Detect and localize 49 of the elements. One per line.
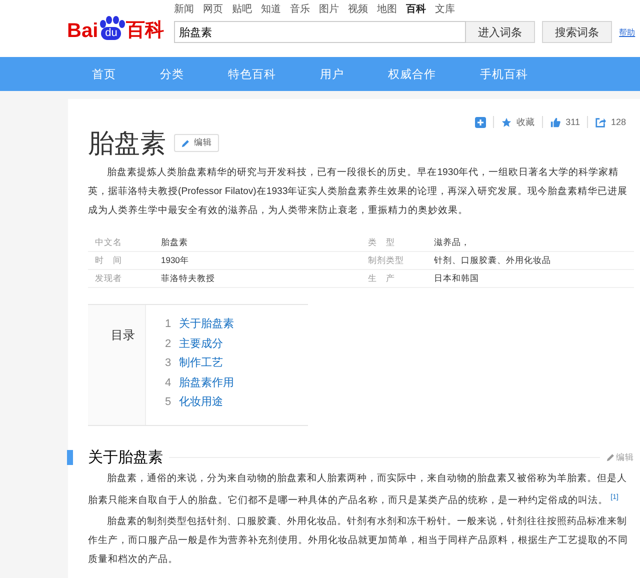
toc-link[interactable]: 2 主要成分 [165,334,234,354]
top-nav-link[interactable]: 地图 [377,3,398,19]
info-value: 日本和韩国 [434,272,480,285]
star-icon[interactable] [500,116,512,128]
toc-link[interactable]: 4 胎盘素作用 [165,374,234,393]
body-paragraph: 胎盘素，通俗的来说，分为来自动物的胎盘素和人胎素两种，而实际中，来自动物的胎盘素又被俗称为羊胎素。但是人胎素只能来自取自于人的胎盘。它们都不是哪一种具体的产品名称，而只是某类产品的统称，是一种约定俗成的叫法。 $^{[1]}$ [88,472,628,508]
thumbs-up-icon[interactable] [550,116,561,128]
info-label: 中文名 [95,236,123,249]
top-nav-link[interactable]: 视频 [348,3,368,19]
top-nav-link[interactable]: 网页 [203,3,224,19]
info-label: 类 型 [368,236,396,249]
share-icon[interactable] [594,116,606,128]
search-button[interactable]: 进入词条 [466,21,536,43]
section-heading: 关于胎盘素 [88,448,163,467]
top-nav-link[interactable]: 知道 [261,3,282,19]
info-value: 1930年 [161,254,190,267]
collect-label[interactable]: 收藏 [516,116,535,128]
top-nav-link[interactable]: 图片 [319,3,340,19]
top-nav-link[interactable]: 音乐 [290,3,310,19]
info-label: 时 间 [95,254,123,267]
share-count: 128 [610,117,626,127]
info-label: 生 产 [368,272,396,285]
top-nav-link[interactable]: 贴吧 [232,3,252,19]
toc-link[interactable]: 1 关于胎盘素 [165,315,234,334]
top-nav-link[interactable]: 新闻 [174,3,194,19]
toc-link[interactable]: 3 制作工艺 [165,354,234,374]
edit-button[interactable]: 编辑 [174,134,219,152]
top-nav-link[interactable]: 百科 [406,3,426,19]
toc-link[interactable]: 5 化妆用途 [165,393,234,412]
article-title: 胎盘素 [88,127,166,160]
summary-paragraph: 胎盘素提炼人类胎盘素精华的研究与开发科技，已有一段很长的历史。早在1930年代，一组欧日著名大学的科学家精英，据菲洛特夫教授(Professor Filatov)在1933年证实人类胎盘素养生效果的论理，再深入研究发展。现今胎盘素精华已进展成为人类养生学中最安全有效的滋养品，为人类带来防止衰老，重振精力的奥妙效果。 [88,166,629,218]
top-nav-link[interactable]: 文库 [435,3,456,19]
info-label: 制剂类型 [368,254,405,267]
search-field[interactable]: 胎盘素 [174,21,466,43]
pencil-icon [181,138,190,148]
toc-title: 目录 [111,328,135,342]
pencil-icon [606,453,615,462]
baidu-baike-logo[interactable]: Bai du 百科 [67,14,164,42]
section-marker [67,450,73,465]
info-value: 菲洛特夫教授 [161,272,216,285]
info-label: 发现者 [95,272,123,285]
add-icon[interactable] [474,116,486,128]
info-value: 针剂、口服胶囊、外用化妆品 [434,254,552,267]
search-button[interactable]: 搜索词条 [542,21,612,43]
help-link[interactable]: 帮助 [619,26,636,38]
like-count: 311 [566,117,580,127]
body-paragraph: 胎盘素的制剂类型包括针剂、口服胶囊、外用化妆品。针剂有水剂和冻干粉针。一般来说，针剂往往按照药品标准来制作生产，而口服产品一般是作为营养补充剂使用。外用化妆品就更加简单，相当于同样产品原料，根据生产工艺提取的不同质量和档次的产品。 [88,515,629,568]
info-value: 滋养品， [434,236,471,249]
info-value: 胎盘素 [161,236,189,249]
